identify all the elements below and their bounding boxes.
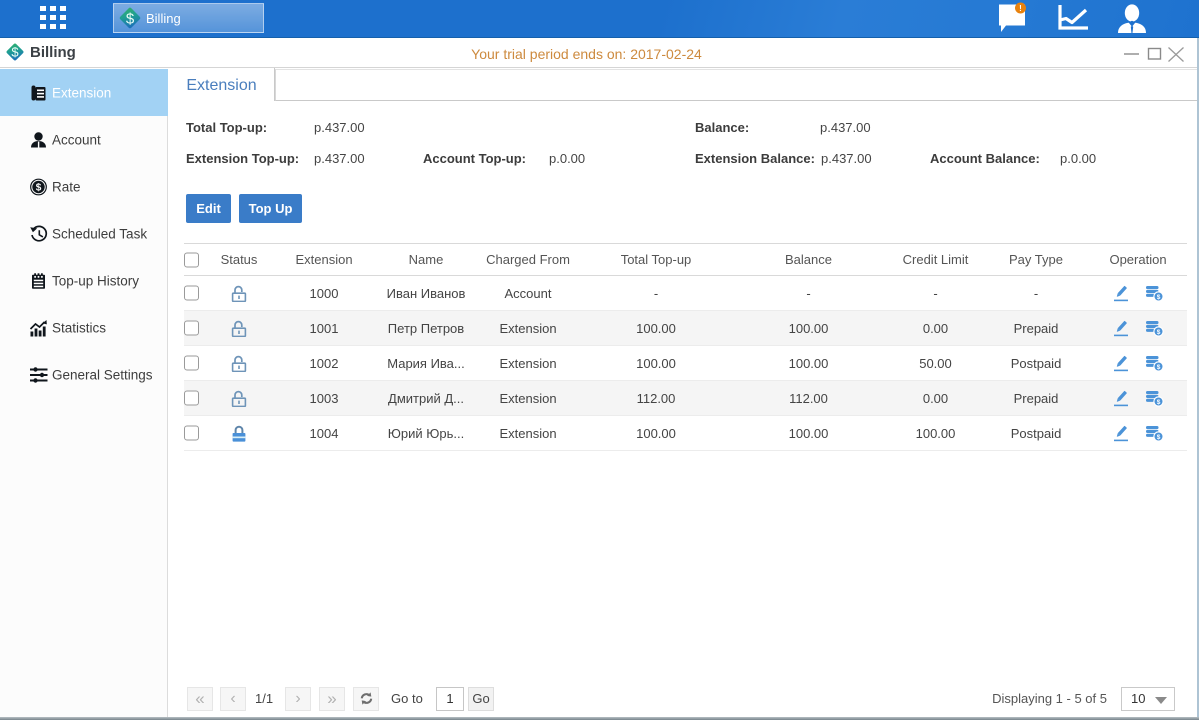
svg-text:$: $ bbox=[126, 11, 135, 28]
svg-text:$: $ bbox=[1157, 329, 1161, 336]
svg-text:$: $ bbox=[1157, 294, 1161, 301]
svg-text:$: $ bbox=[36, 182, 42, 193]
svg-text:$: $ bbox=[1157, 364, 1161, 371]
svg-text:$: $ bbox=[1157, 399, 1161, 406]
svg-text:$: $ bbox=[1157, 434, 1161, 441]
svg-text:!: ! bbox=[1019, 4, 1022, 13]
